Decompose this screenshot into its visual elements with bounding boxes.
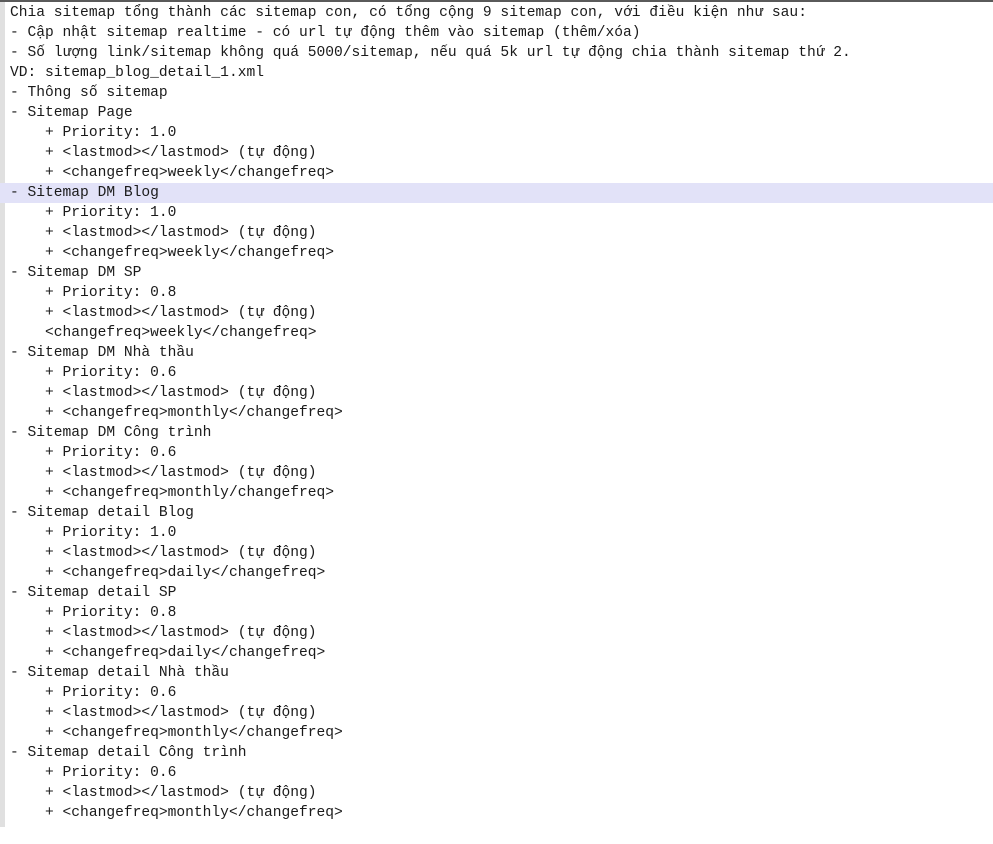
text-line[interactable]: <changefreq>weekly</changefreq> <box>0 323 993 343</box>
text-line[interactable]: + <changefreq>daily</changefreq> <box>0 643 993 663</box>
text-line[interactable]: + <changefreq>monthly</changefreq> <box>0 723 993 743</box>
text-content-area[interactable]: Chia sitemap tổng thành các sitemap con,… <box>0 2 993 823</box>
text-line[interactable]: VD: sitemap_blog_detail_1.xml <box>0 63 993 83</box>
text-line[interactable]: - Số lượng link/sitemap không quá 5000/s… <box>0 43 993 63</box>
text-line[interactable]: - Sitemap detail Blog <box>0 503 993 523</box>
text-line[interactable]: + <changefreq>monthly/changefreq> <box>0 483 993 503</box>
text-line[interactable]: + Priority: 1.0 <box>0 523 993 543</box>
text-line[interactable]: + <changefreq>monthly</changefreq> <box>0 803 993 823</box>
text-line[interactable]: - Sitemap detail SP <box>0 583 993 603</box>
text-line[interactable]: + Priority: 0.6 <box>0 363 993 383</box>
text-line[interactable]: + Priority: 0.6 <box>0 443 993 463</box>
text-line[interactable]: - Sitemap DM Nhà thầu <box>0 343 993 363</box>
text-line[interactable]: - Cập nhật sitemap realtime - có url tự … <box>0 23 993 43</box>
text-line[interactable]: - Sitemap DM SP <box>0 263 993 283</box>
text-line[interactable]: + <lastmod></lastmod> (tự động) <box>0 703 993 723</box>
text-line[interactable]: + <lastmod></lastmod> (tự động) <box>0 623 993 643</box>
text-line[interactable]: + <changefreq>weekly</changefreq> <box>0 243 993 263</box>
text-line[interactable]: + <lastmod></lastmod> (tự động) <box>0 143 993 163</box>
text-line[interactable]: + Priority: 0.8 <box>0 603 993 623</box>
text-line[interactable]: - Sitemap DM Công trình <box>0 423 993 443</box>
text-line[interactable]: + <changefreq>weekly</changefreq> <box>0 163 993 183</box>
text-line[interactable]: + <changefreq>monthly</changefreq> <box>0 403 993 423</box>
text-line[interactable]: Chia sitemap tổng thành các sitemap con,… <box>0 3 993 23</box>
text-line[interactable]: - Thông số sitemap <box>0 83 993 103</box>
text-line[interactable]: + Priority: 1.0 <box>0 123 993 143</box>
text-line[interactable]: + Priority: 0.6 <box>0 683 993 703</box>
text-line[interactable]: + Priority: 1.0 <box>0 203 993 223</box>
text-line[interactable]: + <lastmod></lastmod> (tự động) <box>0 463 993 483</box>
text-line[interactable]: + <lastmod></lastmod> (tự động) <box>0 383 993 403</box>
text-line[interactable]: - Sitemap Page <box>0 103 993 123</box>
text-line[interactable]: - Sitemap detail Nhà thầu <box>0 663 993 683</box>
document-root: Chia sitemap tổng thành các sitemap con,… <box>0 0 993 844</box>
text-line[interactable]: + <lastmod></lastmod> (tự động) <box>0 223 993 243</box>
text-line[interactable]: - Sitemap detail Công trình <box>0 743 993 763</box>
text-line-selected[interactable]: - Sitemap DM Blog <box>0 183 993 203</box>
text-line[interactable]: + <changefreq>daily</changefreq> <box>0 563 993 583</box>
text-line[interactable]: + <lastmod></lastmod> (tự động) <box>0 303 993 323</box>
text-line[interactable]: + Priority: 0.6 <box>0 763 993 783</box>
text-line[interactable]: + Priority: 0.8 <box>0 283 993 303</box>
text-line[interactable]: + <lastmod></lastmod> (tự động) <box>0 543 993 563</box>
text-line[interactable]: + <lastmod></lastmod> (tự động) <box>0 783 993 803</box>
